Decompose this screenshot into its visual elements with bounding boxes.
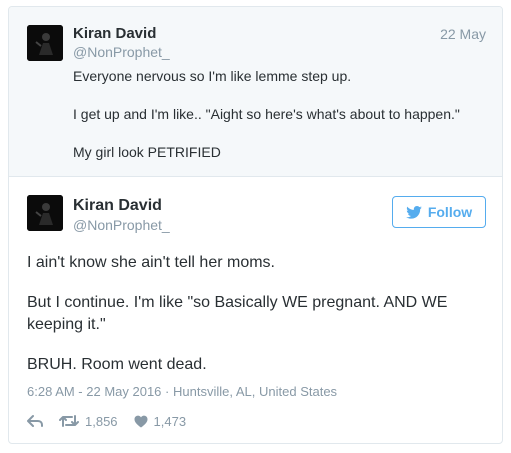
embedded-tweet-card: Kiran David @NonProphet_ 22 May Everyone… <box>8 6 503 444</box>
heart-icon <box>134 415 148 427</box>
tweet-text: Everyone nervous so I'm like lemme step … <box>73 67 483 181</box>
tweet-paragraph: I ain't know she ain't tell her moms. <box>27 254 275 271</box>
author-handle[interactable]: @NonProphet_ <box>73 44 170 60</box>
reply-button[interactable] <box>27 414 43 428</box>
tweet-paragraph: I get up and I'm like.. "Aight so here's… <box>73 106 460 122</box>
meta-separator: · <box>165 384 170 399</box>
avatar[interactable] <box>27 25 63 61</box>
tweet-actions: 1,856 1,473 <box>27 411 202 431</box>
author-name[interactable]: Kiran David <box>73 197 162 215</box>
retweet-button[interactable]: 1,856 <box>59 414 118 429</box>
tweet-paragraph: My girl look PETRIFIED <box>73 144 221 160</box>
avatar[interactable] <box>27 195 63 231</box>
author-handle[interactable]: @NonProphet_ <box>73 217 170 233</box>
tweet-paragraph: But I continue. I'm like "so Basically W… <box>27 294 448 333</box>
tweet-paragraph: Everyone nervous so I'm like lemme step … <box>73 68 352 84</box>
parent-tweet[interactable]: Kiran David @NonProphet_ 22 May Everyone… <box>9 7 502 177</box>
tweet-location[interactable]: Huntsville, AL, United States <box>173 384 337 399</box>
author-name[interactable]: Kiran David <box>73 25 156 42</box>
tweet-text: I ain't know she ain't tell her moms. Bu… <box>27 252 487 394</box>
tweet-paragraph: BRUH. Room went dead. <box>27 356 207 373</box>
twitter-bird-icon <box>406 205 422 219</box>
reply-arrow-icon <box>27 415 43 427</box>
tweet-date[interactable]: 22 May <box>440 26 486 42</box>
retweet-icon <box>59 415 79 427</box>
retweet-count: 1,856 <box>85 413 118 429</box>
like-button[interactable]: 1,473 <box>134 413 187 429</box>
like-count: 1,473 <box>153 413 187 429</box>
tweet-metadata: 6:28 AM - 22 May 2016 · Huntsville, AL, … <box>27 384 337 399</box>
tweet-timestamp[interactable]: 6:28 AM - 22 May 2016 <box>27 384 161 399</box>
follow-button[interactable]: Follow <box>392 196 486 228</box>
follow-label: Follow <box>427 204 473 220</box>
